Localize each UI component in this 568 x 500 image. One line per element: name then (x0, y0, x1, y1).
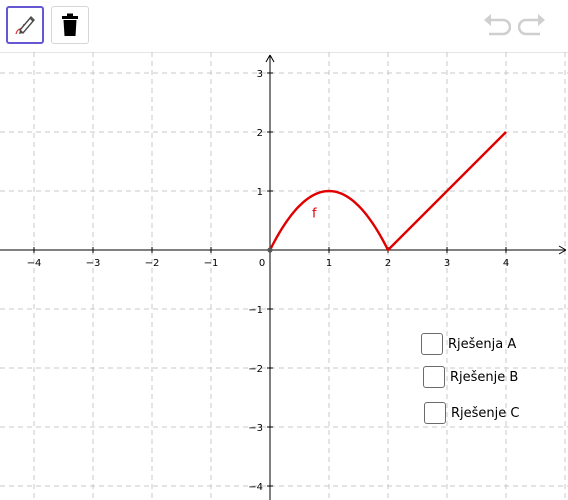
x-tick-label: −1 (204, 258, 219, 269)
x-tick-label: 4 (503, 258, 509, 269)
checkbox-row-a[interactable]: Rješenja A (421, 333, 516, 355)
redo-icon (517, 14, 545, 36)
undo-icon (484, 14, 512, 36)
y-tick-label: −3 (248, 423, 263, 434)
y-tick-label: 1 (257, 187, 263, 198)
series-label-f: f (312, 207, 317, 222)
toolbar (0, 0, 568, 53)
x-tick-label: −4 (27, 258, 42, 269)
checkbox-rjesenje-c[interactable] (424, 402, 446, 424)
y-tick-label: 3 (257, 69, 263, 80)
x-tick-label: 1 (326, 258, 332, 269)
y-tick-label: −2 (248, 364, 263, 375)
checkbox-row-c[interactable]: Rješenje C (424, 402, 519, 424)
checkbox-row-b[interactable]: Rješenje B (423, 366, 518, 388)
trash-icon (62, 13, 78, 36)
checkbox-label-a: Rješenja A (448, 336, 517, 352)
delete-button[interactable] (51, 6, 89, 44)
graph-view[interactable]: −4 −3 −2 −1 0 1 2 3 4 −4 −3 −2 −1 1 2 3 f (0, 52, 568, 500)
pen-tool-button[interactable] (6, 6, 44, 44)
x-tick-label: 0 (259, 258, 265, 269)
x-tick-label: −2 (145, 258, 160, 269)
checkbox-rjesenje-b[interactable] (423, 366, 445, 388)
y-tick-label: −1 (248, 305, 263, 316)
y-tick-label: 2 (257, 128, 263, 139)
checkbox-label-c: Rješenje C (451, 405, 520, 421)
x-tick-label: 3 (444, 258, 450, 269)
y-tick-label: −4 (248, 482, 263, 493)
checkbox-rjesenja-a[interactable] (421, 333, 443, 355)
redo-button[interactable] (517, 12, 548, 38)
checkbox-label-b: Rješenje B (450, 369, 519, 385)
x-tick-label: −3 (86, 258, 101, 269)
pen-icon (15, 15, 35, 35)
x-tick-label: 2 (385, 258, 391, 269)
origin-point (267, 247, 273, 253)
undo-button[interactable] (481, 12, 512, 38)
